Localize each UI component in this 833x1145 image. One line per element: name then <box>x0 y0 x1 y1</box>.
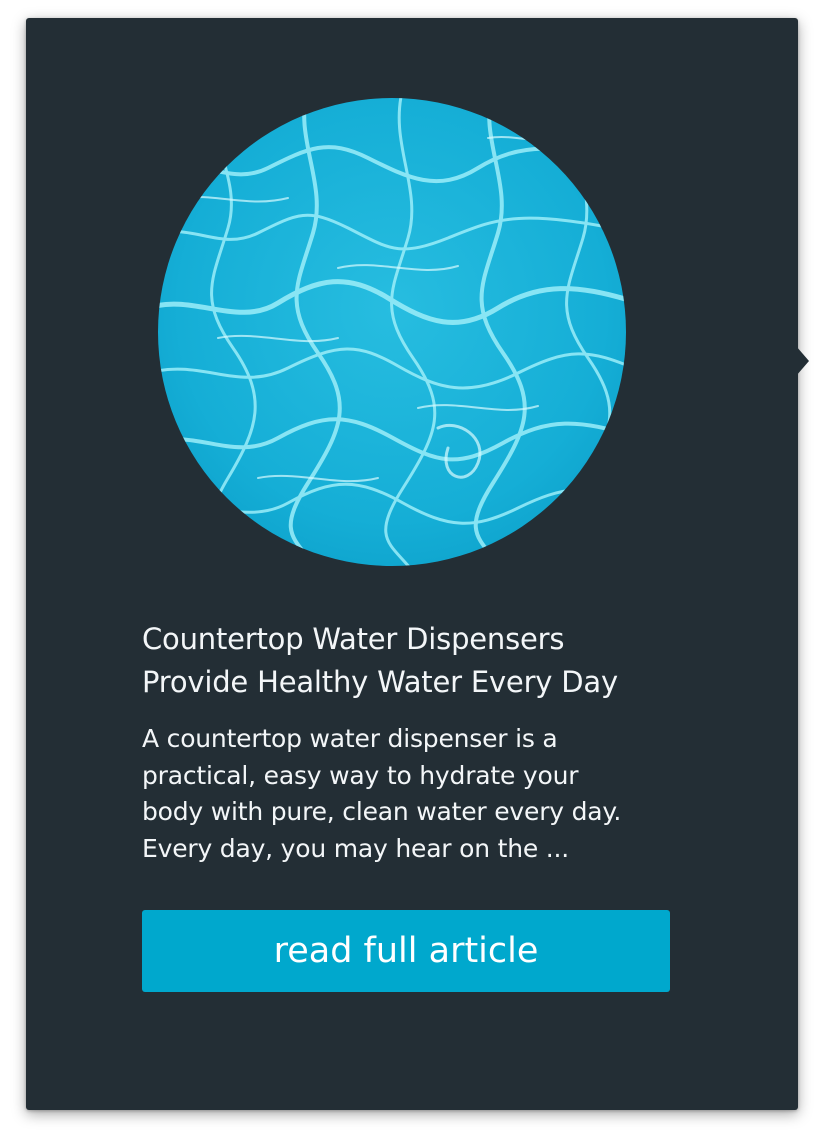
article-excerpt: A countertop water dispenser is a practi… <box>142 724 622 863</box>
article-title: Countertop Water Dispensers Provide Heal… <box>142 622 618 699</box>
pool-water-image <box>158 98 626 566</box>
card-pointer-arrow <box>796 346 809 376</box>
article-card: Countertop Water Dispensers Provide Heal… <box>26 18 798 1110</box>
read-full-article-button[interactable]: read full article <box>142 910 670 992</box>
